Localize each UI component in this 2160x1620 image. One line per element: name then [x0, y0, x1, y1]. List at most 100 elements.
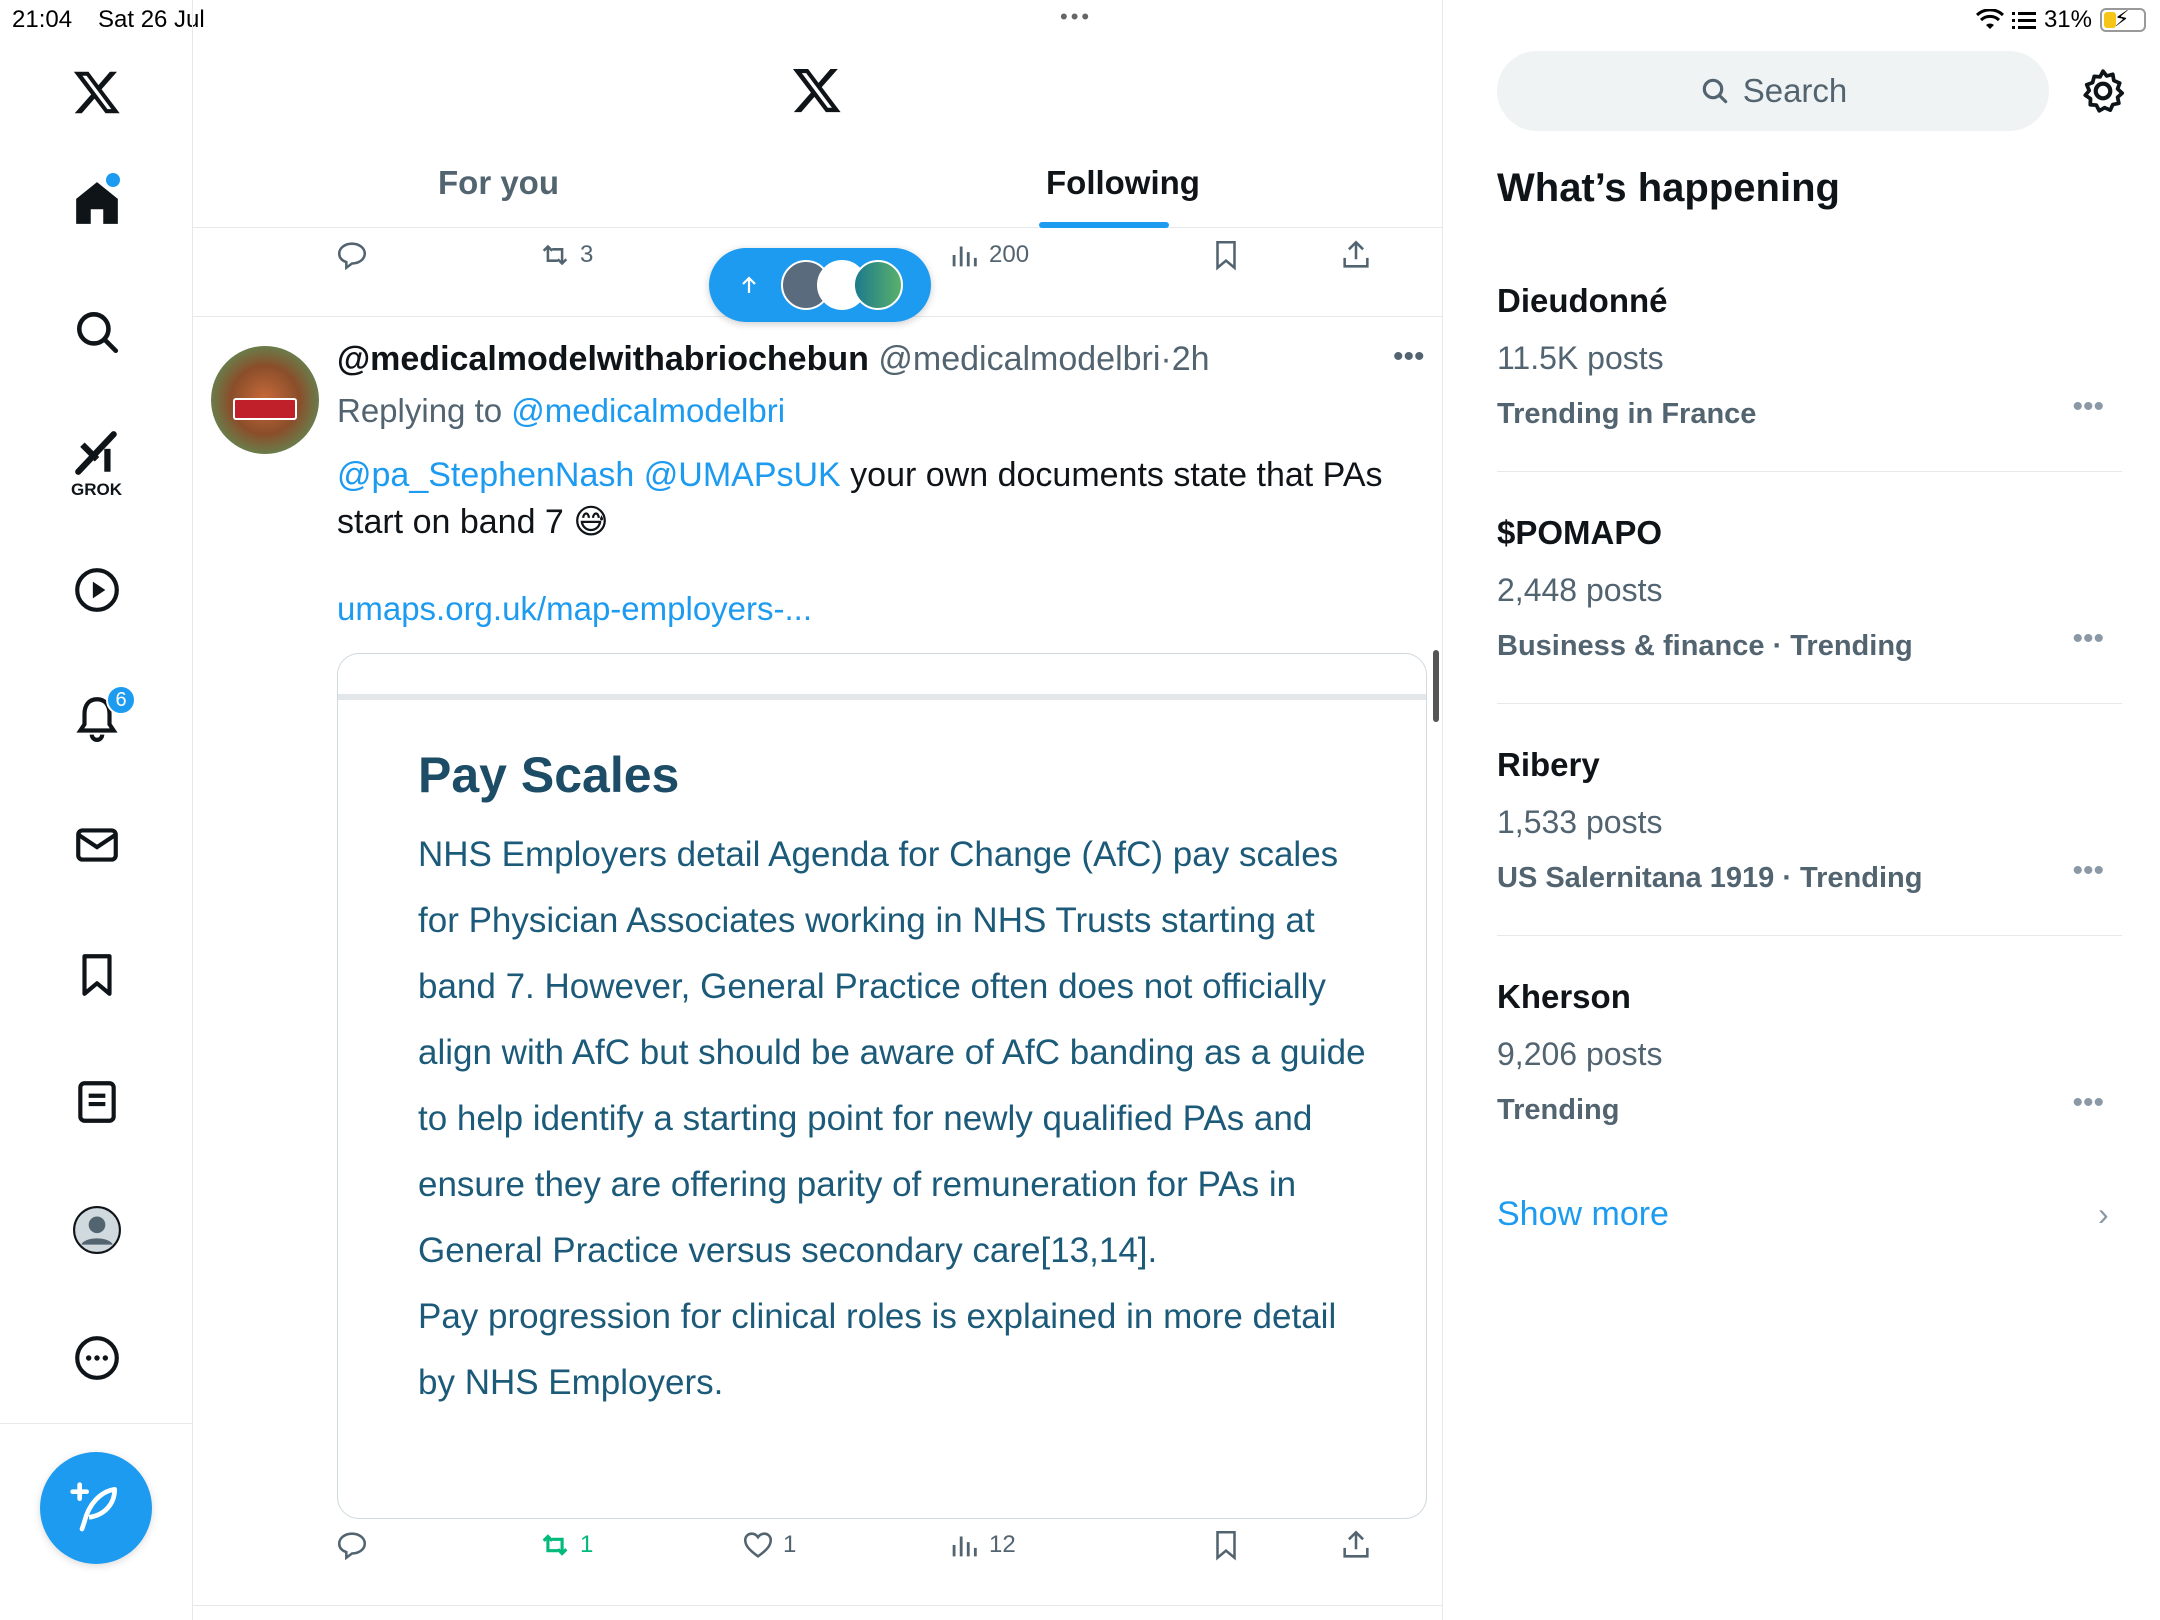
- retweet-count: 3: [580, 241, 594, 268]
- mail-icon: [75, 828, 118, 862]
- views-chart-icon: [952, 246, 977, 267]
- header-separator: ·: [1160, 340, 1172, 378]
- x-logo-icon: [73, 71, 120, 114]
- heart-icon: [743, 1532, 773, 1558]
- nav-profile[interactable]: [0, 1200, 193, 1260]
- retweet-button-active[interactable]: 1: [538, 1528, 593, 1562]
- card-body: NHS Employers detail Agenda for Change (…: [418, 822, 1378, 1416]
- trend-count: 11.5K posts: [1497, 340, 1664, 376]
- settings-gear-icon[interactable]: [2078, 66, 2128, 116]
- mention-link[interactable]: @UMAPsUK: [644, 456, 841, 494]
- trend-context: Trending: [1497, 1094, 1620, 1126]
- mention-link[interactable]: @pa_StephenNash: [337, 456, 634, 494]
- bookmark-icon: [1216, 1530, 1236, 1561]
- like-button[interactable]: 1: [741, 1528, 796, 1562]
- views-count: 12: [989, 1531, 1016, 1558]
- trend-separator: [1497, 935, 2122, 936]
- trend-item[interactable]: Dieudonné 11.5K posts Trending in France…: [1497, 282, 2122, 452]
- retweet-icon: [542, 1534, 568, 1556]
- trend-item[interactable]: Ribery 1,533 posts US Salernitana 1919 ·…: [1497, 746, 2122, 916]
- retweet-count: 1: [580, 1531, 594, 1558]
- share-button[interactable]: [1339, 1528, 1373, 1562]
- trend-more-icon[interactable]: •••: [2072, 390, 2104, 424]
- search-icon: [76, 312, 118, 354]
- tweet-text: @pa_StephenNash @UMAPsUK your own docume…: [337, 452, 1397, 546]
- trend-name: Ribery: [1497, 746, 1600, 783]
- card-title: Pay Scales: [418, 747, 680, 803]
- x-logo[interactable]: [0, 62, 193, 122]
- trend-name: $POMAPO: [1497, 514, 1663, 551]
- home-unread-dot: [106, 173, 120, 187]
- scrollbar[interactable]: [1433, 650, 1439, 722]
- share-button[interactable]: [1339, 238, 1373, 272]
- tweet-header: @medicalmodelwithabriochebun @medicalmod…: [337, 340, 1210, 379]
- nav-explore[interactable]: [0, 302, 193, 362]
- nav-lists[interactable]: [0, 1072, 193, 1132]
- battery-icon: ⚡: [2100, 6, 2146, 32]
- x-logo-icon: [792, 68, 841, 113]
- trend-count: 1,533 posts: [1497, 804, 1663, 840]
- nav-messages[interactable]: [0, 815, 193, 875]
- profile-avatar-icon: [72, 1206, 121, 1254]
- author-name[interactable]: @medicalmodelwithabriochebun: [337, 340, 869, 378]
- nav-video[interactable]: [0, 560, 193, 620]
- search-box[interactable]: Search: [1497, 51, 2049, 131]
- tweet-link[interactable]: umaps.org.uk/map-employers-...: [337, 590, 812, 628]
- nav-notifications[interactable]: 6: [0, 685, 193, 748]
- tweet-actions: 1 1 12: [193, 1528, 1443, 1588]
- nav-grok[interactable]: [0, 425, 193, 480]
- card-paragraph: NHS Employers detail Agenda for Change (…: [418, 835, 1366, 1270]
- trend-separator: [1497, 471, 2122, 472]
- nav-home[interactable]: [0, 173, 193, 233]
- battery-percent: 31%: [2043, 6, 2092, 33]
- trend-item[interactable]: Kherson 9,206 posts Trending •••: [1497, 978, 2122, 1148]
- tweet-more-icon[interactable]: •••: [1393, 340, 1425, 374]
- nav-bookmarks[interactable]: [0, 945, 193, 1005]
- arrow-up-icon: [742, 276, 756, 293]
- grok-icon: [74, 430, 117, 475]
- views-button[interactable]: 12: [947, 1528, 1016, 1562]
- share-icon: [1343, 1530, 1369, 1558]
- card-top-bar: [338, 694, 1426, 700]
- views-chart-icon: [952, 1536, 977, 1557]
- reply-button[interactable]: [335, 238, 369, 272]
- focus-list-icon: [2011, 12, 2036, 29]
- main-timeline: For you Following 3 200 @medicalmodelwit…: [193, 0, 1443, 1620]
- replying-prefix: Replying to: [337, 392, 503, 429]
- grok-label: GROK: [71, 480, 122, 499]
- chevron-right-icon[interactable]: ›: [2098, 1196, 2109, 1233]
- tab-active-indicator: [1039, 222, 1169, 228]
- trend-more-icon[interactable]: •••: [2072, 854, 2104, 888]
- author-avatar[interactable]: [211, 346, 319, 454]
- trend-item[interactable]: $POMAPO 2,448 posts Business & finance ·…: [1497, 514, 2122, 684]
- tab-for-you[interactable]: For you: [438, 164, 559, 202]
- trend-context: US Salernitana 1919 · Trending: [1497, 862, 1923, 894]
- whats-happening-title: What’s happening: [1497, 166, 1840, 210]
- tweet-divider: [193, 1605, 1443, 1606]
- reply-button[interactable]: [335, 1528, 369, 1562]
- bookmark-button[interactable]: [1209, 238, 1243, 272]
- replying-to: Replying to @medicalmodelbri: [337, 392, 785, 430]
- author-handle[interactable]: @medicalmodelbri: [878, 340, 1160, 378]
- show-more-link[interactable]: Show more: [1497, 1195, 1669, 1234]
- trend-more-icon[interactable]: •••: [2072, 622, 2104, 656]
- more-circle-icon: [74, 1336, 119, 1380]
- timeline-tabs: For you Following: [193, 150, 1443, 228]
- views-button[interactable]: 200: [947, 238, 1029, 272]
- nav-more[interactable]: [0, 1328, 193, 1388]
- trend-name: Dieudonné: [1497, 282, 1668, 319]
- tweet-time[interactable]: 2h: [1172, 340, 1210, 378]
- compose-button[interactable]: [40, 1452, 152, 1564]
- retweet-button[interactable]: 3: [538, 238, 593, 272]
- bookmark-button[interactable]: [1209, 1528, 1243, 1562]
- like-count: 1: [783, 1531, 797, 1558]
- nav-separator: [0, 1423, 193, 1424]
- replying-to-link[interactable]: @medicalmodelbri: [511, 392, 785, 429]
- notifications-badge: 6: [106, 685, 136, 715]
- trend-more-icon[interactable]: •••: [2072, 1086, 2104, 1120]
- link-card[interactable]: Pay Scales NHS Employers detail Agenda f…: [337, 653, 1427, 1519]
- compose-feather-icon: [70, 1482, 117, 1532]
- bookmark-icon: [81, 954, 112, 996]
- tab-following[interactable]: Following: [1046, 164, 1200, 202]
- new-posts-pill[interactable]: [709, 248, 931, 322]
